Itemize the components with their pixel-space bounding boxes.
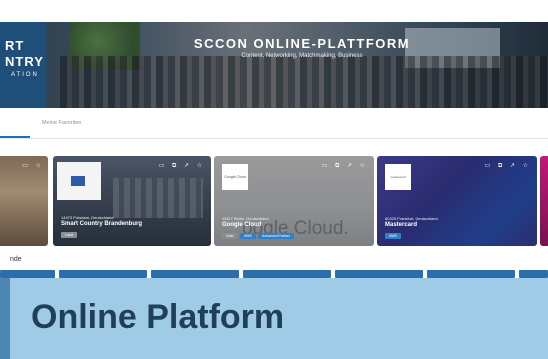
card-action-icons[interactable]: ▭ ⧉ ↗ ☆ xyxy=(485,162,531,170)
card-tag: AWS xyxy=(240,233,256,239)
top-strip xyxy=(0,0,548,22)
card-tag: AWS xyxy=(385,233,401,239)
category-bar[interactable] xyxy=(519,270,548,278)
card-action-icons[interactable]: ▭ ⧉ ↗ ☆ xyxy=(322,162,368,170)
exhibitor-card[interactable]: ▭ ⧉ ↗ ☆ 14473 Potsdam, Deutschland Smart… xyxy=(53,156,211,246)
card-location: 14473 Potsdam, Deutschland xyxy=(61,215,114,220)
tab-bar: Meine Favoriten xyxy=(0,108,548,139)
card-tag: Advanced Partner xyxy=(258,233,295,239)
logo-line-3: ATION xyxy=(11,72,39,78)
eu-flag-icon xyxy=(71,176,85,186)
exhibitor-logo: mastercard xyxy=(385,164,411,190)
section-heading: nde xyxy=(10,256,22,263)
exhibitor-logo xyxy=(57,162,101,200)
category-bar[interactable] xyxy=(243,270,331,278)
card-title: Google Cloud xyxy=(222,222,262,228)
tab-active-indicator[interactable] xyxy=(0,136,30,138)
card-location: 10117 Berlin, Deutschland xyxy=(222,216,269,221)
card-partial-right[interactable] xyxy=(540,156,548,246)
category-bar-row xyxy=(0,270,548,278)
card-partial-left[interactable]: ▭ ☆ xyxy=(0,156,48,246)
category-bar[interactable] xyxy=(59,270,147,278)
card-action-icons[interactable]: ▭ ⧉ ↗ ☆ xyxy=(159,162,205,170)
hero-title: SCCON ONLINE-PLATTFORM xyxy=(193,36,411,51)
hero-crowd-image xyxy=(60,56,548,108)
booth-photo xyxy=(113,178,203,218)
caption-banner: Online Platform xyxy=(0,278,548,359)
category-bar[interactable] xyxy=(151,270,239,278)
hero-subtitle: Content, Networking, Matchmaking, Busine… xyxy=(241,53,363,59)
category-bar[interactable] xyxy=(0,270,55,278)
category-bar[interactable] xyxy=(335,270,423,278)
card-location: 60325 Frankfurt, Deutschland xyxy=(385,216,438,221)
banner-title: Online Platform xyxy=(31,298,285,336)
exhibitor-carousel: ▭ ☆ ▭ ⧉ ↗ ☆ 14473 Potsdam, Deutschland S… xyxy=(0,156,548,248)
category-bar[interactable] xyxy=(427,270,515,278)
hero-banner: RT NTRY ATION SCCON ONLINE-PLATTFORM Con… xyxy=(0,22,548,108)
exhibitor-card[interactable]: Google Cloud oogle Cloud. ▭ ⧉ ↗ ☆ 10117 … xyxy=(214,156,374,246)
exhibitor-logo: Google Cloud xyxy=(222,164,248,190)
card-title: Mastercard xyxy=(385,222,418,228)
card-tag: Gold xyxy=(222,233,238,239)
card-tag: Land xyxy=(61,232,77,238)
card-title: Smart Country Brandenburg xyxy=(61,221,143,227)
banner-accent-strip xyxy=(0,278,10,359)
exhibitor-card[interactable]: mastercard ▭ ⧉ ↗ ☆ 60325 Frankfurt, Deut… xyxy=(377,156,537,246)
tab-favorites[interactable]: Meine Favoriten xyxy=(42,120,81,126)
brand-logo[interactable]: RT NTRY ATION xyxy=(0,22,46,108)
card-action-icons[interactable]: ▭ ☆ xyxy=(22,162,44,169)
